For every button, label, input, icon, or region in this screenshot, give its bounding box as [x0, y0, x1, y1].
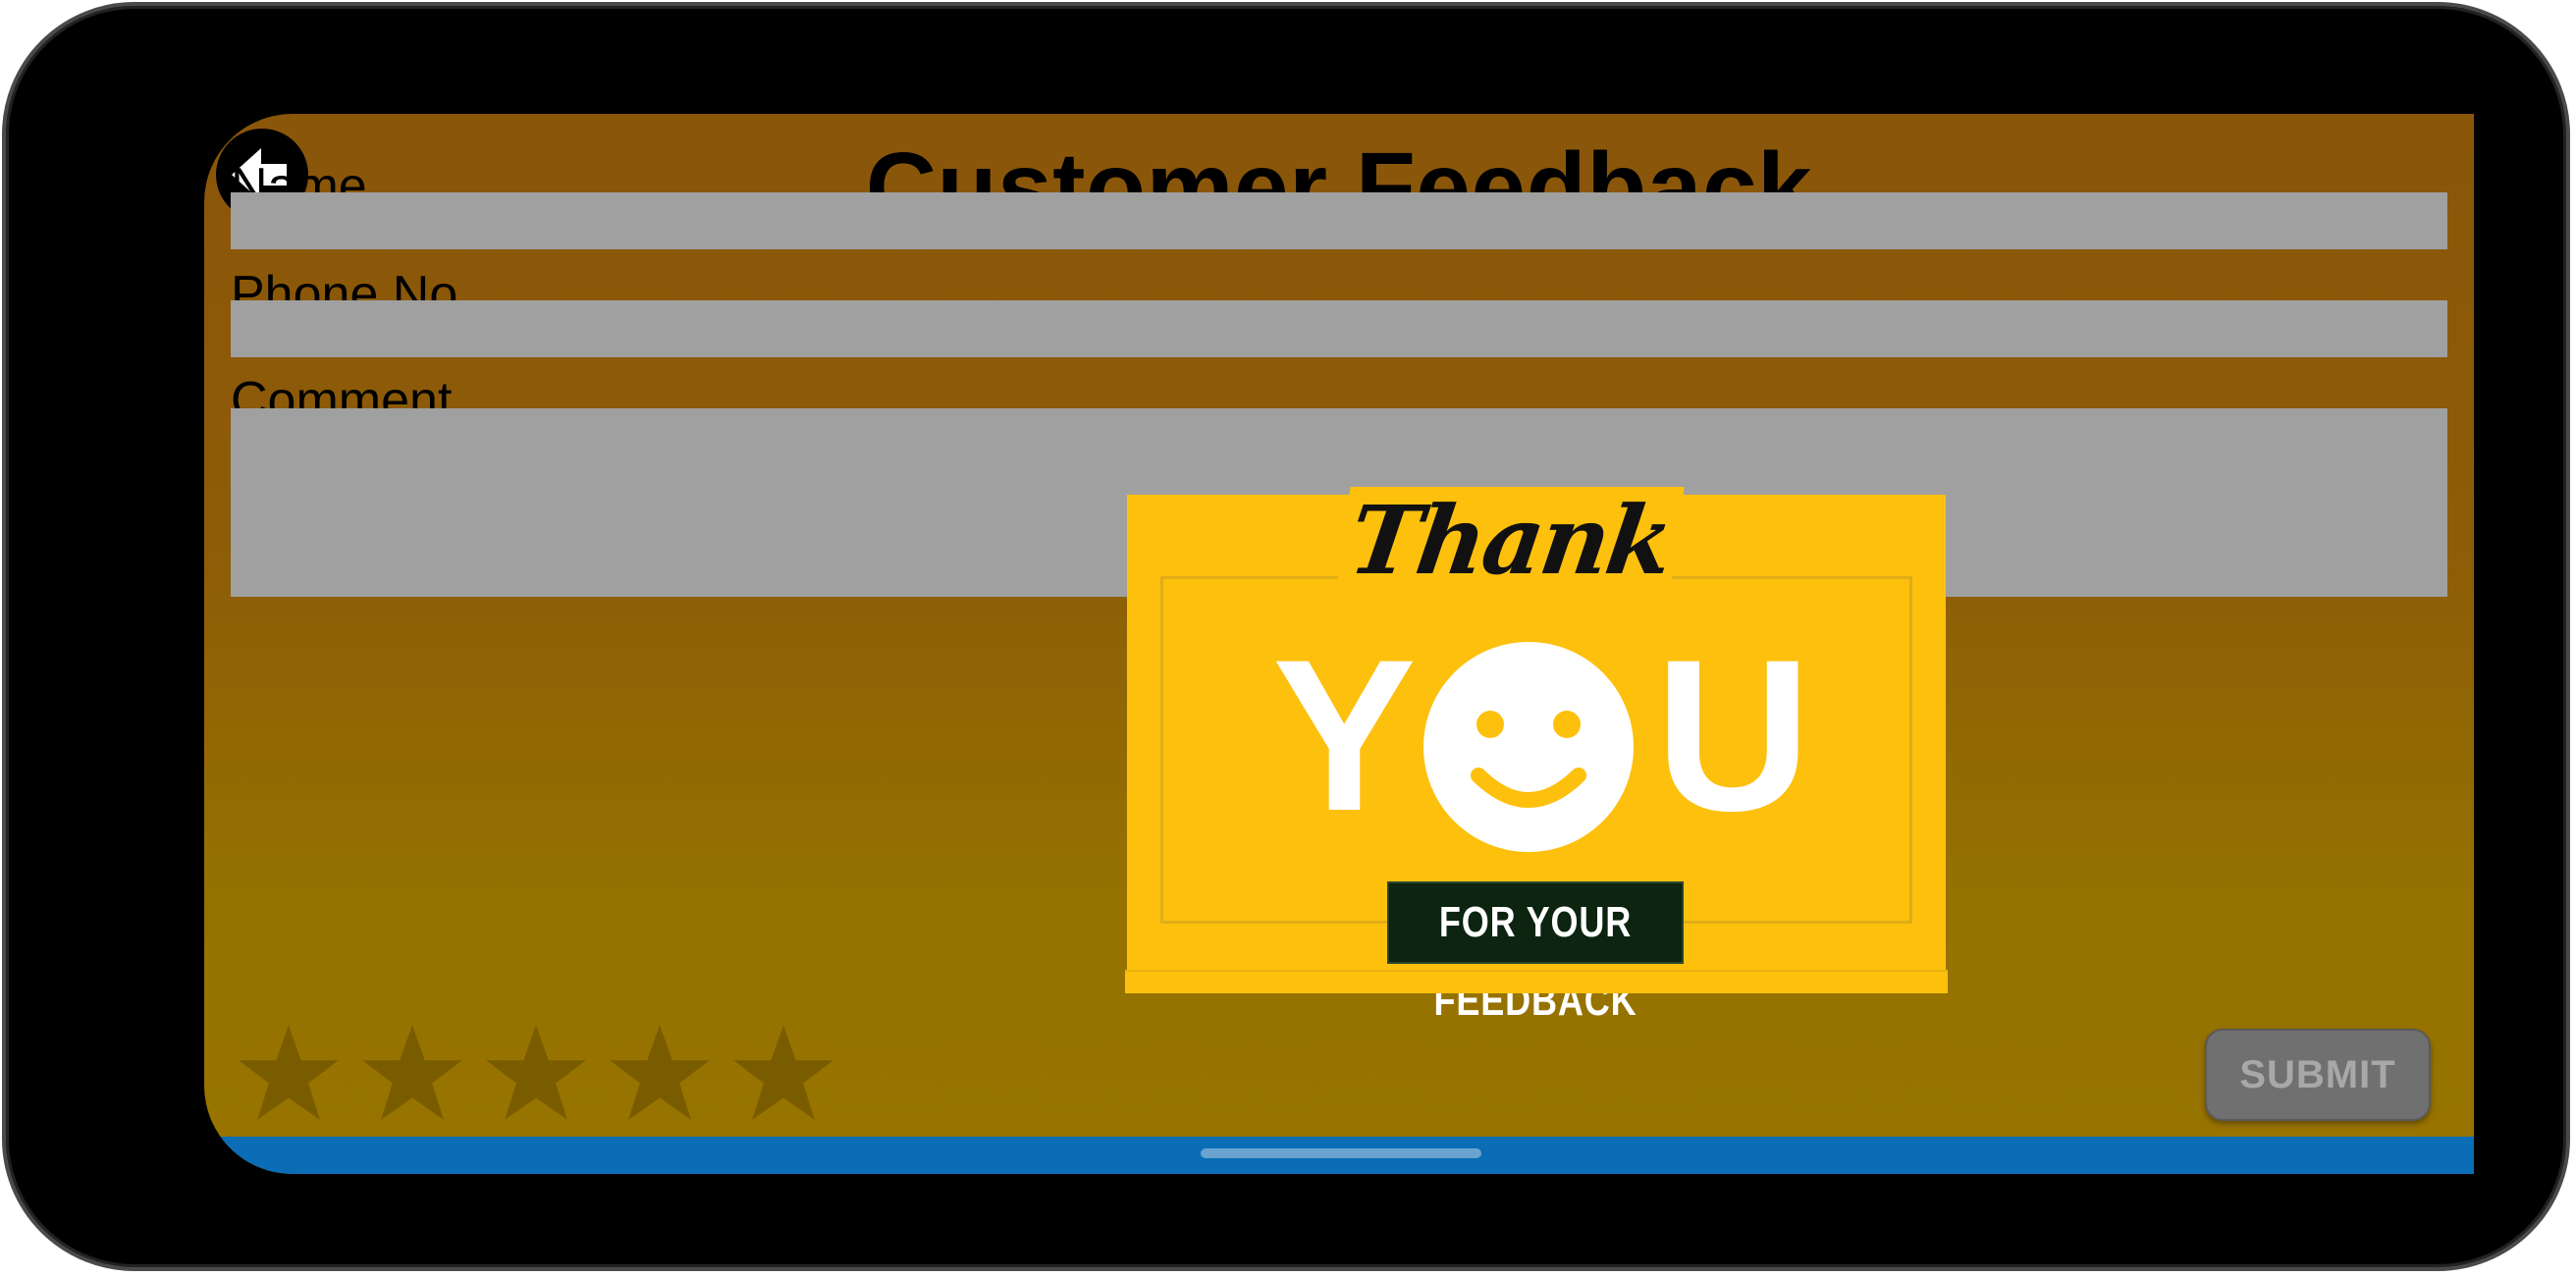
star-icon-3[interactable] — [484, 1021, 588, 1125]
dialog-base-strip — [1125, 970, 1948, 993]
device-frame: Customer Feedback Name Phone No Comment … — [2, 2, 2570, 1271]
phone-input[interactable] — [231, 300, 2447, 357]
system-nav-bar — [204, 1137, 2474, 1174]
home-gesture-handle[interactable] — [1201, 1148, 1481, 1158]
app-screen: Customer Feedback Name Phone No Comment … — [204, 114, 2474, 1174]
you-letter-u: U — [1655, 614, 1811, 856]
thank-you-dialog: Thank Y U FOR YOUR FEEDBACK — [1125, 485, 1948, 1025]
smiley-face-icon — [1423, 642, 1634, 852]
thank-text: Thank — [1335, 485, 1685, 596]
star-rating — [237, 1021, 835, 1129]
you-letter-y: Y — [1272, 614, 1417, 856]
feedback-tagline: FOR YOUR FEEDBACK — [1387, 881, 1684, 1025]
star-icon-1[interactable] — [237, 1021, 341, 1125]
star-icon-5[interactable] — [731, 1021, 835, 1125]
star-icon-4[interactable] — [608, 1021, 712, 1125]
name-input[interactable] — [231, 192, 2447, 249]
star-icon-2[interactable] — [360, 1021, 464, 1125]
submit-button[interactable]: SUBMIT — [2205, 1029, 2431, 1121]
